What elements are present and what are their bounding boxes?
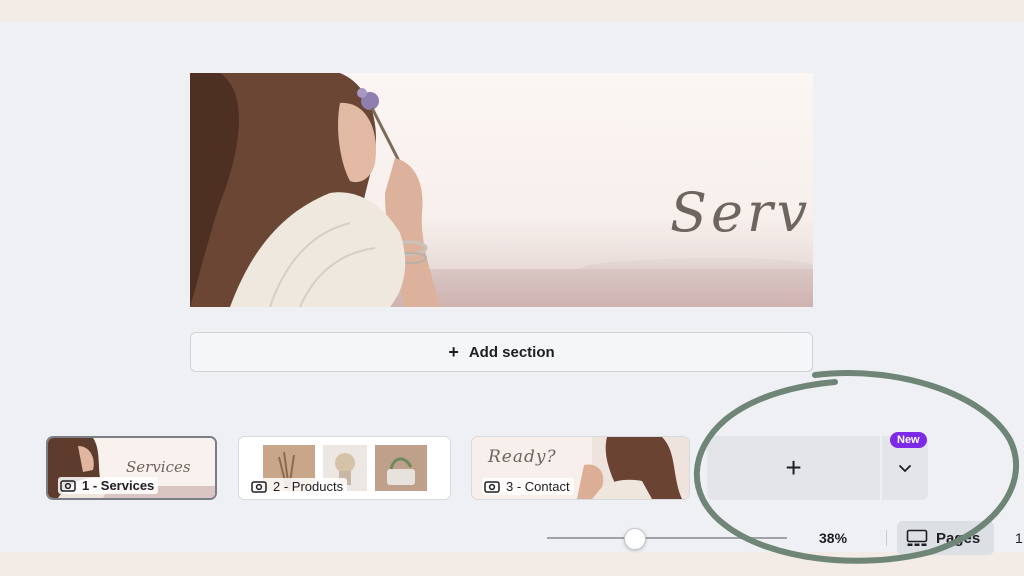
zoom-percentage[interactable]: 38% — [819, 530, 847, 546]
page-thumbnail-1[interactable]: Services 1 - Services — [46, 436, 217, 500]
zoom-slider-handle[interactable] — [624, 528, 646, 550]
pages-button[interactable]: Pages — [897, 521, 994, 555]
page-1-name: 1 - Services — [82, 478, 155, 493]
page-thumbnail-2[interactable]: 2 - Products — [238, 436, 451, 500]
add-page-button[interactable]: + — [707, 436, 880, 500]
chevron-down-icon — [899, 464, 911, 472]
svg-text:Services: Services — [126, 458, 191, 476]
page-3-label: 3 - Contact — [482, 478, 574, 495]
eye-icon — [251, 480, 267, 493]
pages-grid-icon — [906, 529, 928, 546]
page-1-label: 1 - Services — [58, 477, 159, 494]
add-section-button[interactable]: + Add section — [190, 332, 813, 372]
eye-icon — [60, 479, 76, 492]
plus-icon: + — [785, 452, 802, 483]
page-3-preview-text: Ready? — [488, 447, 557, 467]
toolbar-divider — [886, 530, 887, 546]
woman-photo — [190, 73, 440, 307]
plus-icon: + — [448, 341, 459, 362]
page-count-partial: 1 — [1015, 530, 1023, 546]
page-3-name: 3 - Contact — [506, 479, 570, 494]
canvas-page-hero[interactable]: Services — [190, 73, 813, 307]
page-2-label: 2 - Products — [249, 478, 348, 495]
page-2-name: 2 - Products — [273, 479, 344, 494]
page-thumbnail-3[interactable]: Ready? 3 - Contact — [471, 436, 690, 500]
canvas-title: Services — [670, 181, 813, 244]
add-section-label: Add section — [468, 343, 555, 361]
new-badge: New — [890, 432, 927, 448]
zoom-slider-track[interactable] — [547, 537, 787, 539]
pages-label: Pages — [936, 529, 981, 547]
eye-icon — [484, 480, 500, 493]
